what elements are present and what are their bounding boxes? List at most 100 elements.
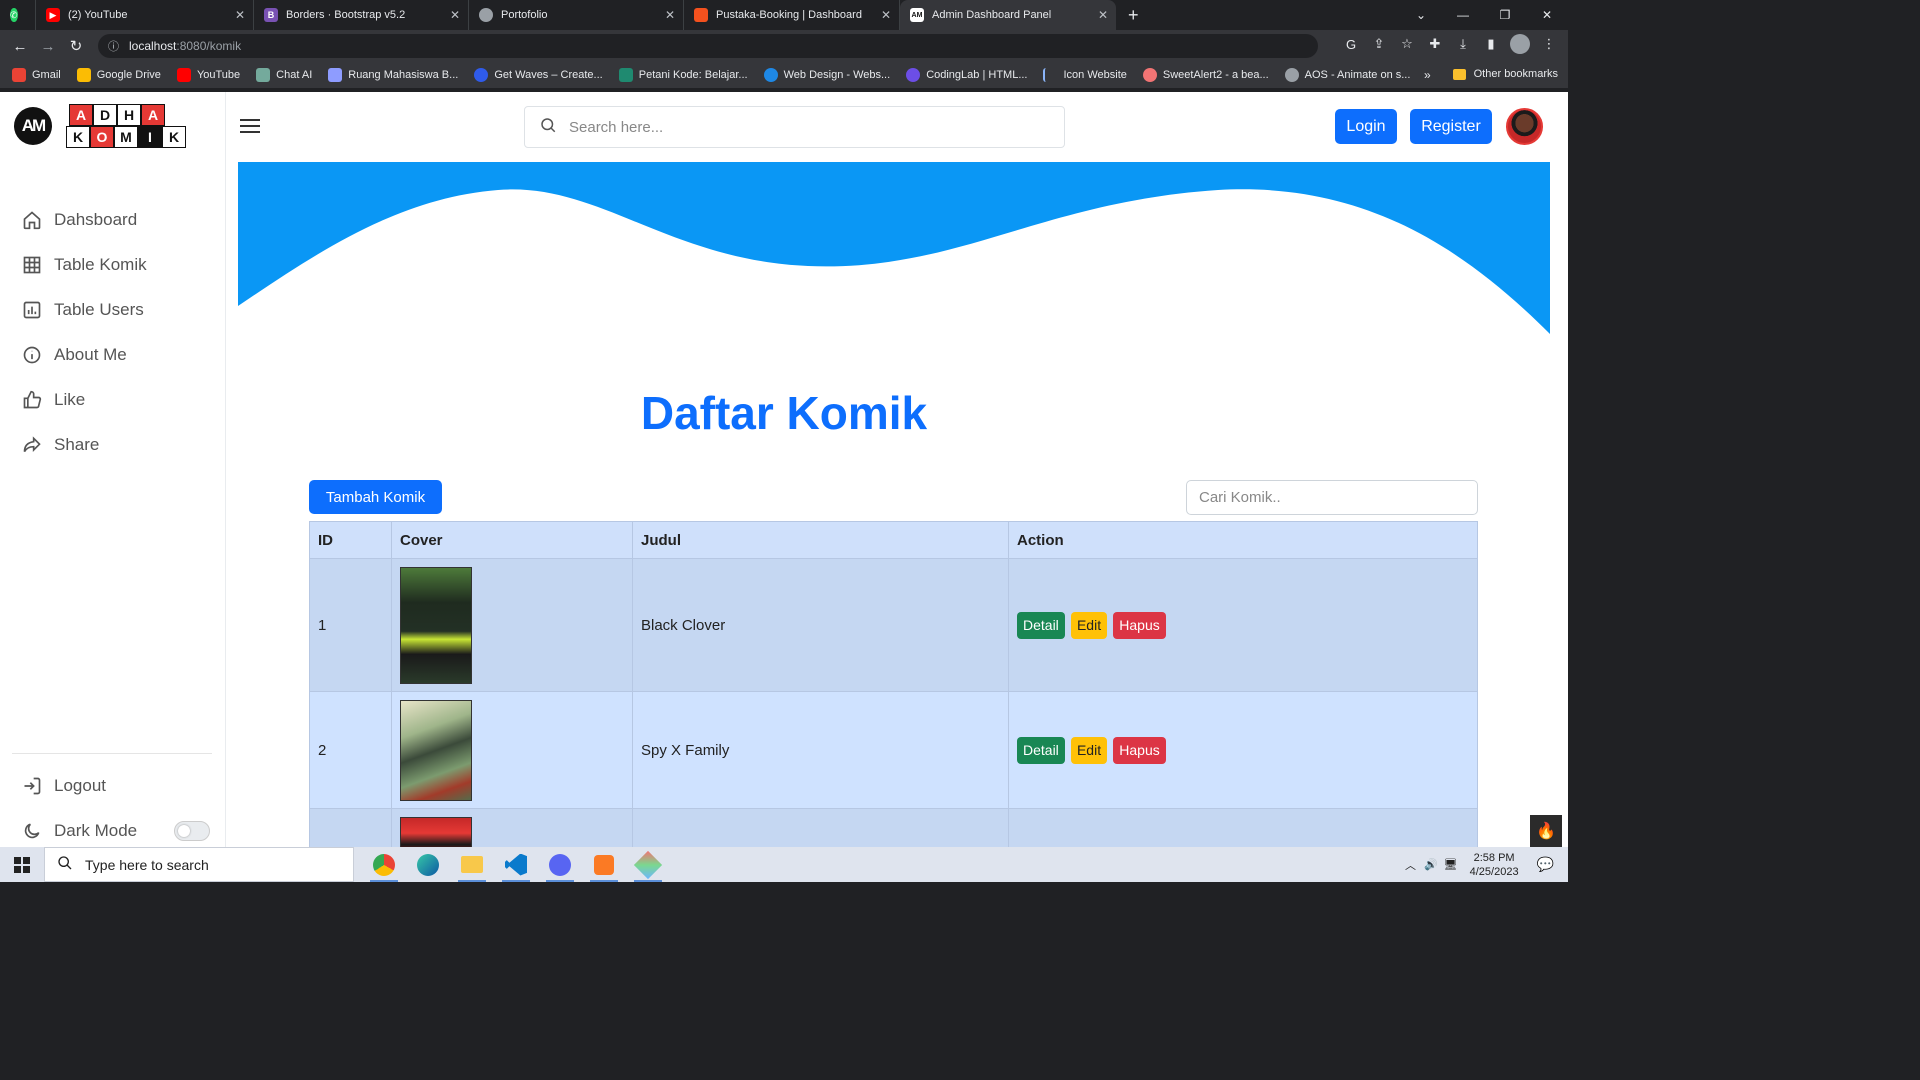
action-cell bbox=[1008, 808, 1478, 847]
bookmark-google-drive[interactable]: Google Drive bbox=[76, 68, 161, 82]
download-icon[interactable]: ⤓ bbox=[1454, 35, 1472, 53]
brand-logo[interactable]: AM A D H A K O M I K bbox=[14, 104, 186, 148]
komik-search-input[interactable]: Cari Komik.. bbox=[1186, 480, 1478, 515]
logout-button[interactable]: Logout bbox=[22, 763, 137, 808]
side-panel-icon[interactable]: ▮ bbox=[1482, 35, 1500, 53]
detail-button[interactable]: Detail bbox=[1017, 736, 1065, 764]
close-tab-icon[interactable]: ✕ bbox=[665, 8, 675, 22]
bookmark-label: Icon Website bbox=[1063, 69, 1127, 81]
hapus-button[interactable]: Hapus bbox=[1113, 736, 1166, 764]
extensions-icon[interactable]: ✚ bbox=[1426, 35, 1444, 53]
forward-icon[interactable]: → bbox=[34, 38, 62, 55]
dark-mode-toggle[interactable] bbox=[174, 821, 210, 841]
site-info-icon[interactable]: ⓘ bbox=[108, 38, 119, 54]
file-explorer-taskbar-icon[interactable] bbox=[450, 847, 494, 882]
close-window-icon[interactable]: ✕ bbox=[1526, 8, 1568, 22]
bookmark-chat-ai[interactable]: Chat AI bbox=[256, 68, 312, 82]
back-icon[interactable]: ← bbox=[6, 38, 34, 55]
header-search-input[interactable]: Search here... bbox=[524, 106, 1065, 148]
bookmark-label: Gmail bbox=[32, 69, 61, 81]
bookmark-sweetalert[interactable]: SweetAlert2 - a bea... bbox=[1142, 68, 1269, 82]
xampp-taskbar-icon[interactable] bbox=[582, 847, 626, 882]
sidebar-item-dashboard[interactable]: Dahsboard bbox=[22, 197, 147, 242]
tab-pustaka[interactable]: Pustaka-Booking | Dashboard ✕ bbox=[684, 0, 900, 30]
bookmark-get-waves[interactable]: Get Waves – Create... bbox=[474, 68, 603, 82]
tab-bootstrap[interactable]: B Borders · Bootstrap v5.2 ✕ bbox=[254, 0, 469, 30]
clock[interactable]: 2:58 PM 4/25/2023 bbox=[1470, 851, 1519, 879]
bookmark-web-design[interactable]: Web Design - Webs... bbox=[763, 68, 890, 82]
tab-portofolio[interactable]: Portofolio ✕ bbox=[469, 0, 684, 30]
fire-icon[interactable]: 🔥 bbox=[1530, 815, 1562, 847]
other-bookmarks-label: Other bookmarks bbox=[1473, 68, 1558, 80]
chevron-up-icon[interactable]: ︿ bbox=[1405, 857, 1416, 873]
other-bookmarks[interactable]: Other bookmarks bbox=[1452, 68, 1558, 80]
chrome-taskbar-icon[interactable] bbox=[362, 847, 406, 882]
avatar[interactable] bbox=[1506, 108, 1543, 145]
minimize-icon[interactable]: — bbox=[1442, 8, 1484, 22]
whatsapp-tab[interactable]: ✆ bbox=[0, 0, 36, 30]
vscode-taskbar-icon[interactable] bbox=[494, 847, 538, 882]
hero-wave bbox=[238, 162, 1550, 334]
bookmark-ruang-mahasiswa[interactable]: Ruang Mahasiswa B... bbox=[328, 68, 458, 82]
komik-table: ID Cover Judul Action 1 Black Clover Det… bbox=[309, 521, 1478, 847]
notification-icon[interactable]: 💬 bbox=[1537, 856, 1554, 873]
profile-icon[interactable] bbox=[1510, 34, 1530, 54]
login-button[interactable]: Login bbox=[1335, 109, 1397, 144]
sidebar-item-table-users[interactable]: Table Users bbox=[22, 287, 147, 332]
tab-title: Portofolio bbox=[501, 9, 548, 21]
adha-komik-wordmark: A D H A K O M I K bbox=[66, 104, 186, 148]
browser-toolbar: ← → ↻ ⓘ localhost:8080/komik G ⇪ ☆ ✚ ⤓ ▮… bbox=[0, 30, 1568, 62]
table-header-row: ID Cover Judul Action bbox=[309, 521, 1478, 559]
hamburger-menu-icon[interactable] bbox=[240, 119, 260, 137]
sidebar-item-about-me[interactable]: About Me bbox=[22, 332, 147, 377]
detail-button[interactable]: Detail bbox=[1017, 611, 1065, 639]
menu-kebab-icon[interactable]: ⋮ bbox=[1540, 35, 1558, 53]
edit-button[interactable]: Edit bbox=[1070, 736, 1108, 764]
tab-title: Admin Dashboard Panel bbox=[932, 9, 1052, 21]
bookmark-star-icon[interactable]: ☆ bbox=[1398, 35, 1416, 53]
globe-icon bbox=[479, 8, 493, 22]
bookmark-youtube[interactable]: YouTube bbox=[176, 68, 240, 82]
google-lens-icon[interactable]: G bbox=[1342, 35, 1360, 53]
speaker-icon[interactable]: 🔊 bbox=[1424, 858, 1438, 871]
home-icon bbox=[22, 210, 42, 230]
network-icon[interactable]: 🖥 bbox=[1444, 858, 1458, 871]
tab-title: (2) YouTube bbox=[68, 9, 128, 21]
row-id: 1 bbox=[309, 558, 392, 692]
share-page-icon[interactable]: ⇪ bbox=[1370, 35, 1388, 53]
windows-start-icon[interactable] bbox=[0, 847, 44, 882]
spy-x-family-cover[interactable] bbox=[400, 699, 472, 801]
gitkraken-taskbar-icon[interactable] bbox=[626, 847, 670, 882]
bookmark-petani-kode[interactable]: Petani Kode: Belajar... bbox=[618, 68, 748, 82]
close-tab-icon[interactable]: ✕ bbox=[235, 8, 245, 22]
hapus-button[interactable]: Hapus bbox=[1113, 611, 1166, 639]
reload-icon[interactable]: ↻ bbox=[62, 37, 90, 55]
add-komik-button[interactable]: Tambah Komik bbox=[309, 480, 442, 514]
edge-taskbar-icon[interactable] bbox=[406, 847, 450, 882]
black-clover-cover[interactable] bbox=[400, 566, 472, 684]
close-tab-icon[interactable]: ✕ bbox=[1098, 8, 1108, 22]
close-tab-icon[interactable]: ✕ bbox=[881, 8, 891, 22]
register-button[interactable]: Register bbox=[1410, 109, 1492, 144]
openai-icon bbox=[256, 68, 271, 82]
bookmark-icon-website[interactable]: Icon Website bbox=[1043, 68, 1127, 82]
sidebar-item-table-komik[interactable]: Table Komik bbox=[22, 242, 147, 287]
close-tab-icon[interactable]: ✕ bbox=[450, 8, 460, 22]
tab-youtube[interactable]: ▶ (2) YouTube ✕ bbox=[36, 0, 254, 30]
bookmark-gmail[interactable]: Gmail bbox=[12, 68, 61, 82]
bookmark-aos[interactable]: AOS - Animate on s... bbox=[1284, 68, 1410, 82]
restore-icon[interactable]: ❐ bbox=[1484, 8, 1526, 22]
gmail-icon bbox=[12, 68, 26, 82]
more-bookmarks-icon[interactable]: » bbox=[1424, 68, 1431, 82]
discord-taskbar-icon[interactable] bbox=[538, 847, 582, 882]
komik-cover[interactable] bbox=[400, 817, 472, 847]
bookmark-codinglab[interactable]: CodingLab | HTML... bbox=[906, 68, 1027, 82]
tab-admin-dashboard[interactable]: AM Admin Dashboard Panel ✕ bbox=[900, 0, 1116, 30]
address-bar[interactable]: ⓘ localhost:8080/komik bbox=[98, 34, 1318, 58]
column-header: Action bbox=[1008, 521, 1478, 559]
taskbar-search-input[interactable]: Type here to search bbox=[44, 847, 354, 882]
new-tab-icon[interactable]: + bbox=[1128, 5, 1139, 26]
edit-button[interactable]: Edit bbox=[1070, 611, 1108, 639]
tab-search-icon[interactable]: ⌄ bbox=[1400, 8, 1442, 22]
youtube-icon bbox=[176, 68, 191, 82]
